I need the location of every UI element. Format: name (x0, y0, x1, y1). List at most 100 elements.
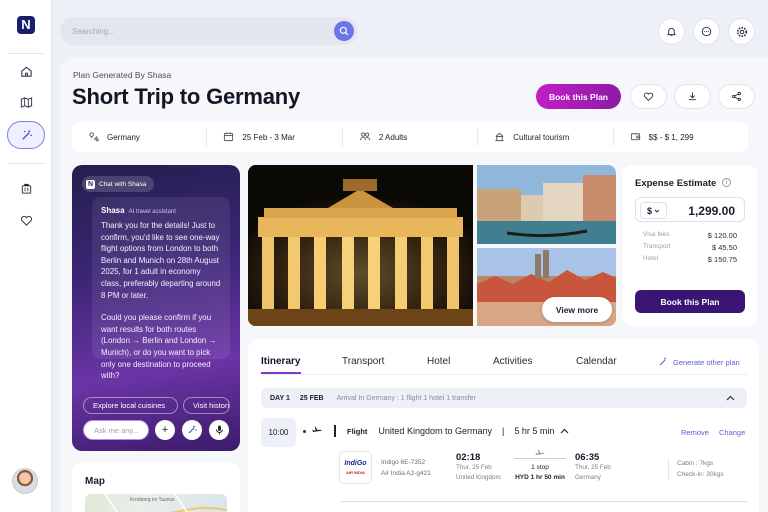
assistant-message: Shasa AI travel assistant Thank you for t… (92, 197, 230, 380)
fact-label: 25 Feb - 3 Mar (242, 132, 295, 142)
fact-tourism-type[interactable]: Cultural tourism (478, 128, 614, 146)
expense-total: 1,299.00 (688, 204, 735, 218)
plan-source: Plan Generated By Shasa (73, 70, 172, 80)
chevron-down-icon (654, 209, 660, 213)
generate-plan-link[interactable]: Generate other plan (658, 357, 740, 367)
departure-info: 02:18 Thur, 25 Feb United Kingdom (456, 452, 501, 482)
brandenburg-gate-photo[interactable] (248, 165, 473, 326)
map-icon[interactable] (14, 90, 38, 114)
fact-label: $$ - $ 1, 299 (648, 132, 694, 142)
baggage-info: Cabin : 7kgs Check-in: 30kgs (668, 458, 724, 480)
flight-route: United Kingdom to Germany (378, 426, 492, 436)
chevron-up-icon (560, 428, 569, 434)
airline-logo: IndiGo AIR INDIA (339, 451, 372, 484)
search-input[interactable]: Searching... (72, 27, 115, 36)
app-logo[interactable]: N (17, 16, 35, 34)
chat-input[interactable]: Ask me any... (83, 420, 149, 440)
share-icon[interactable] (718, 84, 755, 109)
remove-link[interactable]: Remove (681, 428, 709, 437)
fact-label: Germany (107, 132, 140, 142)
tab-transport[interactable]: Transport (342, 356, 384, 367)
active-tab-indicator (261, 372, 301, 374)
chat-tag-label: Chat with Shasa (99, 180, 147, 188)
flight-duration: 5 hr 5 min (514, 426, 555, 436)
message-text: Could you please confirm if you want res… (101, 313, 217, 381)
fact-label: 2 Adults (378, 132, 408, 142)
message-sender-role: AI travel assistant (128, 209, 176, 215)
view-more-button[interactable]: View more (542, 297, 612, 322)
page-title: Short Trip to Germany (72, 84, 301, 109)
search-bar[interactable]: Searching... (60, 17, 358, 45)
flight-codes: Indigo 6E-7352 Air India A2-g421 (381, 459, 431, 477)
event-type: Flight (347, 426, 368, 436)
suggestion-chip[interactable]: Explore local cuisines (83, 397, 178, 414)
expense-row: Visa fees $ 120.00 (643, 231, 737, 240)
logo-icon: N (86, 179, 95, 189)
chat-icon[interactable] (693, 18, 720, 45)
settings-icon[interactable] (728, 18, 755, 45)
download-icon[interactable] (674, 84, 711, 109)
people-icon (359, 131, 371, 144)
add-icon[interactable]: + (155, 420, 175, 440)
chat-tag[interactable]: N Chat with Shasa (82, 176, 155, 192)
bell-icon[interactable] (658, 18, 685, 45)
day-date: 25 FEB (299, 394, 324, 402)
avatar[interactable] (12, 468, 38, 494)
suggestion-chip[interactable]: Visit historical sites (183, 397, 230, 414)
itinerary-panel: Itinerary Transport Hotel Activities Cal… (248, 339, 759, 512)
map-title: Map (85, 476, 105, 487)
arrival-info: 06:35 Thur, 25 Feb Germany (575, 452, 611, 482)
search-icon[interactable] (334, 21, 354, 41)
airplane-icon (312, 426, 323, 432)
divider (341, 501, 747, 502)
route-separator: | (501, 426, 505, 436)
tab-calendar[interactable]: Calendar (576, 356, 617, 367)
magic-wand-icon[interactable] (7, 121, 45, 149)
divider (8, 53, 44, 54)
luggage-icon[interactable] (14, 176, 38, 200)
event-time: 10:00 (261, 418, 296, 447)
fact-dates[interactable]: 25 Feb - 3 Mar (207, 128, 343, 146)
divider (8, 163, 44, 164)
divider (334, 425, 336, 437)
currency-select[interactable]: $ (640, 202, 667, 219)
wallet-icon (630, 131, 641, 144)
flight-header[interactable]: Flight United Kingdom to Germany | 5 hr … (303, 425, 569, 437)
message-sender: Shasa (101, 206, 125, 215)
info-icon[interactable]: i (722, 178, 731, 187)
heart-icon[interactable] (14, 208, 38, 232)
day-summary: Arrival In Germany : 1 flight 1 hotel 1 … (336, 394, 476, 402)
change-link[interactable]: Change (719, 428, 745, 437)
map-thumbnail[interactable]: Kronberg im Taunus (85, 494, 227, 512)
fact-label: Cultural tourism (513, 132, 570, 142)
home-icon[interactable] (14, 59, 38, 83)
venice-canal-photo[interactable] (477, 165, 616, 244)
expense-card: Expense Estimate i $ 1,299.00 Visa fees $… (623, 165, 757, 326)
book-plan-button[interactable]: Book this Plan (536, 84, 621, 109)
trip-summary-bar: Germany 25 Feb - 3 Mar 2 Adults Cultural… (72, 122, 748, 152)
day-header[interactable]: DAY 1 25 FEB Arrival In Germany : 1 flig… (261, 388, 747, 408)
fact-destination[interactable]: Germany (72, 128, 208, 146)
day-label: DAY 1 (270, 394, 290, 402)
timeline-dot (303, 429, 306, 433)
expense-row: Transport $ 45.50 (643, 243, 737, 252)
tab-hotel[interactable]: Hotel (427, 356, 450, 367)
fact-travelers[interactable]: 2 Adults (343, 128, 479, 146)
expense-total-field[interactable]: $ 1,299.00 (635, 197, 745, 222)
divider (261, 374, 747, 375)
map-city-label: Kronberg im Taunus (130, 497, 175, 503)
favorite-icon[interactable] (630, 84, 667, 109)
sidebar: N (0, 0, 52, 512)
fact-budget[interactable]: $$ - $ 1, 299 (614, 128, 748, 146)
sparkle-icon[interactable] (182, 420, 202, 440)
map-card: Map Kronberg im Taunus (72, 462, 240, 512)
tab-itinerary[interactable]: Itinerary (261, 356, 300, 367)
calendar-icon (223, 131, 234, 144)
expense-book-button[interactable]: Book this Plan (635, 290, 745, 313)
expense-title: Expense Estimate (635, 178, 717, 189)
message-text: Thank you for the details! Just to confi… (101, 221, 221, 300)
tab-activities[interactable]: Activities (493, 356, 532, 367)
microphone-icon[interactable] (209, 420, 229, 440)
stops-info: 1 stop HYD 1 hr 50 min (510, 450, 570, 481)
expense-row: Hotel $ 150.75 (643, 255, 737, 264)
